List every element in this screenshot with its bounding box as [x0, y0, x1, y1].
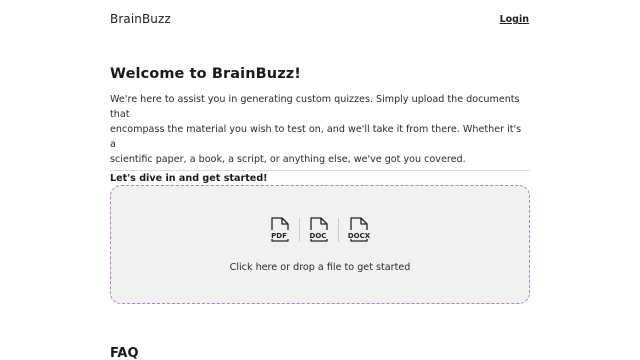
intro-paragraph: We're here to assist you in generating c… — [110, 92, 530, 167]
file-type-label: PDF — [271, 232, 287, 240]
file-type-pdf: PDF — [267, 216, 293, 244]
dropzone-instruction: Click here or drop a file to get started — [229, 262, 411, 273]
intro-line: We're here to assist you in generating c… — [110, 94, 520, 120]
welcome-section: Welcome to BrainBuzz! We're here to assi… — [110, 66, 530, 184]
intro-line: scientific paper, a book, a script, or a… — [110, 154, 466, 165]
file-type-docx: DOCX — [345, 216, 373, 244]
file-dropzone[interactable]: PDF DOC DOCX Click here or drop a file t… — [110, 185, 530, 304]
page: BrainBuzz Login Welcome to BrainBuzz! We… — [0, 0, 640, 360]
brand-logo-text[interactable]: BrainBuzz — [110, 12, 171, 26]
login-link[interactable]: Login — [500, 14, 529, 25]
cta-text: Let's dive in and get started! — [110, 173, 268, 184]
file-type-label: DOC — [310, 232, 327, 240]
file-type-label: DOCX — [348, 232, 371, 240]
page-title: Welcome to BrainBuzz! — [110, 66, 302, 82]
intro-line: encompass the material you wish to test … — [110, 124, 522, 150]
file-type-doc: DOC — [306, 216, 332, 244]
divider — [299, 218, 300, 242]
divider — [338, 218, 339, 242]
docx-file-icon: DOCX — [346, 217, 372, 242]
doc-file-icon: DOC — [307, 217, 329, 242]
faq-heading: FAQ — [110, 346, 139, 360]
section-divider — [110, 170, 530, 171]
pdf-file-icon: PDF — [268, 217, 290, 242]
file-types-row: PDF DOC DOCX — [267, 216, 373, 244]
